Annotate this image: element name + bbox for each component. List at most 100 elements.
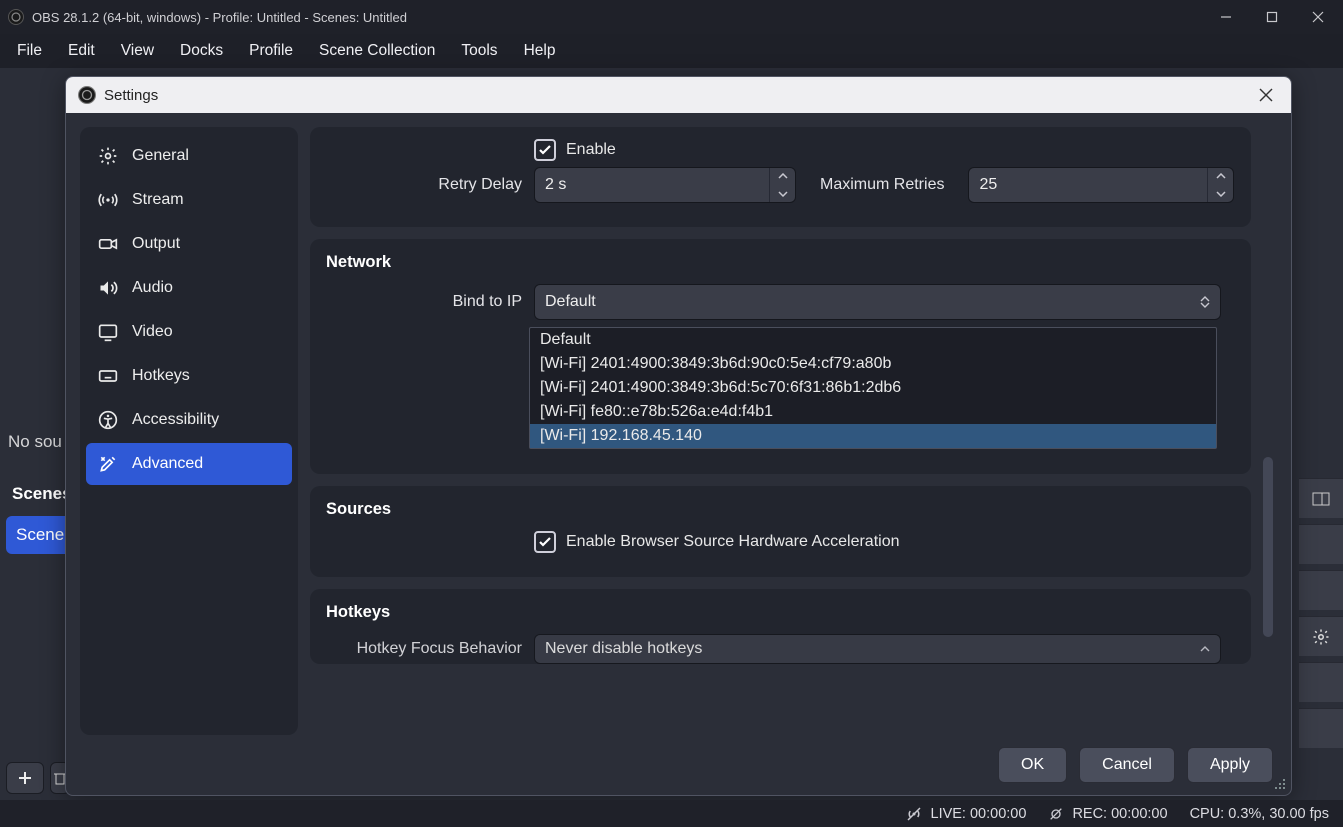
dock-toggle-button[interactable] <box>1299 478 1343 518</box>
dropdown-option[interactable]: [Wi-Fi] fe80::e78b:526a:e4d:f4b1 <box>530 400 1216 424</box>
settings-sidebar: General Stream Output Audio Video Hotkey… <box>80 127 298 735</box>
settings-dialog: Settings General Stream Output Audio <box>65 76 1292 796</box>
bind-ip-dropdown[interactable]: Default [Wi-Fi] 2401:4900:3849:3b6d:90c0… <box>529 327 1217 449</box>
chevron-down-icon[interactable] <box>770 185 795 202</box>
hotkey-focus-value: Never disable hotkeys <box>545 640 702 658</box>
network-panel: Network Bind to IP Default <box>310 239 1251 474</box>
browser-hw-accel-label: Enable Browser Source Hardware Accelerat… <box>566 533 900 551</box>
sidebar-item-label: General <box>132 147 189 165</box>
sidebar-item-hotkeys[interactable]: Hotkeys <box>86 355 292 397</box>
sources-panel: Sources Enable Browser Source Hardware A… <box>310 486 1251 577</box>
status-cpu: CPU: 0.3%, 30.00 fps <box>1190 806 1329 822</box>
live-icon <box>905 805 923 823</box>
sources-section-title: Sources <box>326 500 1235 519</box>
window-title: OBS 28.1.2 (64-bit, windows) - Profile: … <box>32 10 407 25</box>
menu-profile[interactable]: Profile <box>236 36 306 66</box>
max-retries-spinbox[interactable]: 25 <box>968 167 1234 203</box>
dropdown-option[interactable]: [Wi-Fi] 2401:4900:3849:3b6d:90c0:5e4:cf7… <box>530 352 1216 376</box>
chevron-up-icon[interactable] <box>770 168 795 185</box>
tools-icon <box>98 454 118 474</box>
dialog-title: Settings <box>104 87 158 104</box>
keyboard-icon <box>98 366 118 386</box>
menu-edit[interactable]: Edit <box>55 36 108 66</box>
menu-view[interactable]: View <box>108 36 167 66</box>
status-rec: REC: 00:00:00 <box>1072 806 1167 822</box>
sidebar-item-video[interactable]: Video <box>86 311 292 353</box>
sidebar-item-stream[interactable]: Stream <box>86 179 292 221</box>
camera-icon <box>98 234 118 254</box>
select-caret-icon <box>1200 296 1210 308</box>
gear-icon <box>98 146 118 166</box>
sidebar-item-label: Audio <box>132 279 173 297</box>
obs-app-icon <box>78 86 96 104</box>
enable-retry-label: Enable <box>566 141 616 159</box>
dropdown-option[interactable]: [Wi-Fi] 192.168.45.140 <box>530 424 1216 448</box>
monitor-icon <box>98 322 118 342</box>
content-scrollbar[interactable] <box>1263 457 1273 637</box>
sidebar-item-audio[interactable]: Audio <box>86 267 292 309</box>
browser-hw-accel-checkbox[interactable] <box>534 531 556 553</box>
max-retries-value[interactable]: 25 <box>969 168 1207 202</box>
menu-docks[interactable]: Docks <box>167 36 236 66</box>
sidebar-item-output[interactable]: Output <box>86 223 292 265</box>
rec-icon <box>1048 806 1064 822</box>
add-scene-button[interactable] <box>6 762 44 794</box>
sidebar-item-general[interactable]: General <box>86 135 292 177</box>
hotkey-focus-select[interactable]: Never disable hotkeys <box>534 634 1221 664</box>
main-menubar: File Edit View Docks Profile Scene Colle… <box>0 34 1343 68</box>
hotkey-focus-label: Hotkey Focus Behavior <box>326 640 534 658</box>
sidebar-item-label: Hotkeys <box>132 367 190 385</box>
dialog-header: Settings <box>66 77 1291 113</box>
resize-grip-icon[interactable] <box>1273 777 1287 791</box>
bind-ip-label: Bind to IP <box>326 293 534 311</box>
retry-delay-label: Retry Delay <box>326 176 534 194</box>
dialog-footer: OK Cancel Apply <box>66 735 1291 795</box>
side-button-5[interactable] <box>1299 662 1343 702</box>
chevron-up-icon[interactable] <box>1208 168 1233 185</box>
obs-app-icon <box>8 9 24 25</box>
menu-help[interactable]: Help <box>511 36 569 66</box>
window-titlebar: OBS 28.1.2 (64-bit, windows) - Profile: … <box>0 0 1343 34</box>
scenes-header: Scenes <box>12 484 72 504</box>
enable-retry-checkbox[interactable] <box>534 139 556 161</box>
settings-gear-button[interactable] <box>1299 616 1343 656</box>
broadcast-icon <box>98 190 118 210</box>
menu-tools[interactable]: Tools <box>448 36 510 66</box>
sidebar-item-label: Video <box>132 323 173 341</box>
sidebar-item-label: Output <box>132 235 180 253</box>
dialog-close-button[interactable] <box>1253 86 1279 104</box>
sidebar-item-label: Stream <box>132 191 184 209</box>
sidebar-item-label: Accessibility <box>132 411 219 429</box>
hotkeys-section-title: Hotkeys <box>326 603 1235 622</box>
max-retries-label: Maximum Retries <box>820 176 944 194</box>
window-maximize-button[interactable] <box>1249 1 1295 33</box>
select-caret-icon <box>1200 646 1210 652</box>
chevron-down-icon[interactable] <box>1208 185 1233 202</box>
apply-button[interactable]: Apply <box>1187 747 1273 783</box>
retry-delay-value[interactable]: 2 s <box>535 168 769 202</box>
scene-item-selected[interactable]: Scene <box>6 516 74 554</box>
dropdown-option[interactable]: [Wi-Fi] 2401:4900:3849:3b6d:5c70:6f31:86… <box>530 376 1216 400</box>
bind-ip-value: Default <box>545 293 596 311</box>
sidebar-item-accessibility[interactable]: Accessibility <box>86 399 292 441</box>
retry-delay-spinbox[interactable]: 2 s <box>534 167 796 203</box>
dropdown-option[interactable]: Default <box>530 328 1216 352</box>
menu-file[interactable]: File <box>4 36 55 66</box>
sidebar-item-advanced[interactable]: Advanced <box>86 443 292 485</box>
cancel-button[interactable]: Cancel <box>1079 747 1175 783</box>
sidebar-item-label: Advanced <box>132 455 203 473</box>
status-live: LIVE: 00:00:00 <box>931 806 1027 822</box>
side-button-2[interactable] <box>1299 524 1343 564</box>
accessibility-icon <box>98 410 118 430</box>
retry-panel: Enable Retry Delay 2 s <box>310 127 1251 227</box>
side-button-3[interactable] <box>1299 570 1343 610</box>
ok-button[interactable]: OK <box>998 747 1067 783</box>
menu-scene-collection[interactable]: Scene Collection <box>306 36 448 66</box>
hotkeys-panel: Hotkeys Hotkey Focus Behavior Never disa… <box>310 589 1251 664</box>
window-minimize-button[interactable] <box>1203 1 1249 33</box>
status-bar: LIVE: 00:00:00 REC: 00:00:00 CPU: 0.3%, … <box>0 800 1343 827</box>
bind-ip-select[interactable]: Default <box>534 284 1221 320</box>
window-close-button[interactable] <box>1295 1 1341 33</box>
network-section-title: Network <box>326 253 1235 272</box>
side-button-6[interactable] <box>1299 708 1343 748</box>
